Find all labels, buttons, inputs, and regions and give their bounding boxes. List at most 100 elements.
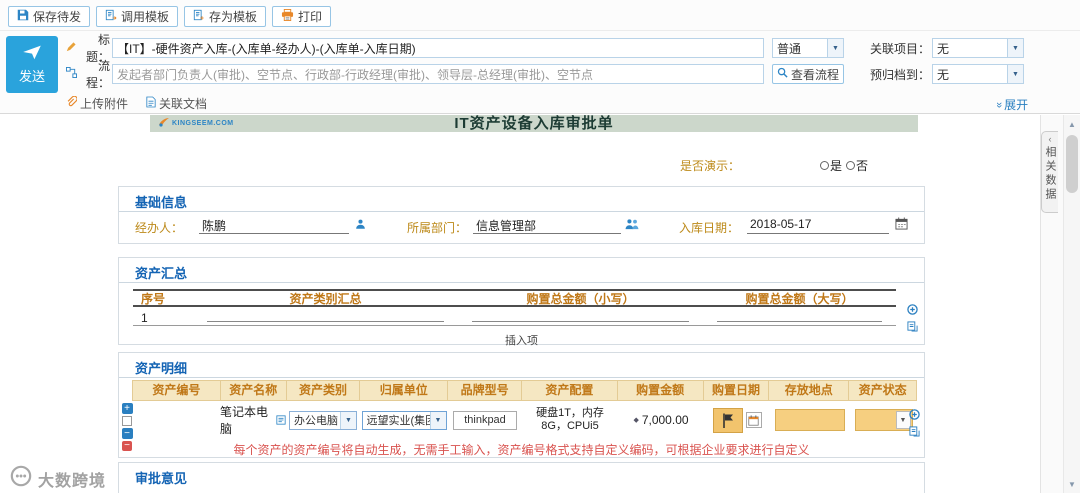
scroll-up-button[interactable]: ▲ [1064, 116, 1080, 132]
purchase-amount-value[interactable]: 7,000.00 [642, 413, 689, 427]
radio-no[interactable] [846, 161, 856, 170]
print-label: 打印 [298, 9, 323, 24]
inbound-date-field[interactable]: 2018-05-17 [747, 217, 889, 234]
asset-number-note: 每个资产的资产编号将自动生成，无需手工输入，资产编号格式支持自定义编码，可根据企… [233, 443, 810, 457]
row-checkbox[interactable] [122, 416, 132, 426]
print-button[interactable]: 打印 [272, 5, 332, 27]
asset-detail-heading: 资产明细 [135, 361, 188, 376]
related-docs-label: 关联文档 [159, 96, 208, 111]
view-flow-label: 查看流程 [790, 67, 839, 82]
asset-summary-table: 序号 资产类别汇总 购置总金额（小写） 购置总金额（大写） 1 [133, 289, 896, 326]
paper-plane-icon [22, 44, 42, 63]
add-row-button[interactable]: + [121, 403, 133, 414]
detail-header-row: 资产编号 资产名称 资产类别 归属单位 品牌型号 资产配置 购置金额 购置日期 … [132, 380, 917, 401]
document-area: KINGSEEM.COM IT资产设备入库审批单 是否演示： 是 否 基础信息 … [0, 115, 1040, 493]
app-window: 保存待发 调用模板 存为模板 打印 发送 标题： 【IT】-硬件资产入库-(入库… [0, 0, 1080, 493]
basic-info-heading: 基础信息 [135, 195, 188, 210]
insert-item-link[interactable]: 插入项 [119, 332, 924, 348]
send-label: 发送 [18, 69, 45, 84]
vertical-scrollbar[interactable]: ▲ ▼ [1063, 115, 1080, 493]
department-label: 所属部门： [407, 221, 468, 235]
summary-amount-lower-field[interactable] [458, 309, 703, 325]
asset-name-value[interactable]: 笔记本电脑 [220, 403, 274, 437]
person-icon[interactable] [355, 218, 366, 233]
save-template-label: 存为模板 [209, 9, 258, 24]
chevron-down-icon: ▼ [1007, 39, 1024, 57]
storage-location-input[interactable] [775, 409, 845, 431]
document-title: IT资产设备入库审批单 [454, 115, 614, 132]
save-icon [17, 9, 29, 24]
prearchive-select[interactable]: 无 ▼ [932, 64, 1025, 84]
asset-status-cell: ▼ [850, 401, 917, 439]
flow-input[interactable] [112, 64, 764, 84]
copy-detail-row-icon[interactable] [909, 426, 920, 440]
demo-row: 是否演示： 是 否 [680, 157, 868, 174]
radio-no-label: 否 [856, 159, 869, 173]
radio-yes-label: 是 [830, 159, 843, 173]
people-icon[interactable] [625, 218, 639, 233]
priority-select[interactable]: 普通 ▼ [772, 38, 844, 58]
related-project-label: 关联项目： [870, 41, 931, 56]
calendar-icon[interactable] [895, 217, 908, 233]
expand-link[interactable]: » 展开 [993, 96, 1029, 113]
summary-header-row: 序号 资产类别汇总 购置总金额（小写） 购置总金额（大写） [133, 289, 896, 307]
summary-category-field[interactable] [193, 309, 458, 325]
call-template-label: 调用模板 [121, 9, 170, 24]
add-detail-row-icon[interactable] [909, 409, 920, 423]
related-project-value: 无 [937, 41, 950, 56]
copy-row-icon[interactable] [907, 321, 918, 335]
handler-field[interactable]: 陈鹏 [199, 217, 349, 234]
remove-row-button[interactable]: − [121, 428, 133, 439]
related-data-tab[interactable]: ‹ 相关数据 [1041, 131, 1058, 213]
col-storage-location: 存放地点 [769, 381, 850, 400]
asset-detail-table: 资产编号 资产名称 资产类别 归属单位 品牌型号 资产配置 购置金额 购置日期 … [132, 380, 917, 439]
section-basic-info: 基础信息 经办人： 陈鹏 所属部门： 信息管理部 入库日期： 2018-05-1… [118, 186, 925, 244]
add-row-icon[interactable] [907, 304, 918, 318]
owner-unit-cell: 远望实业(集团 ▼ [360, 401, 448, 439]
department-field[interactable]: 信息管理部 [473, 217, 621, 234]
view-flow-button[interactable]: 查看流程 [772, 64, 844, 84]
asset-no-cell[interactable] [132, 401, 220, 439]
asset-category-cell: 办公电脑 ▼ [286, 401, 360, 439]
scroll-down-button[interactable]: ▼ [1064, 476, 1080, 492]
summary-amount-upper-field[interactable] [703, 309, 896, 325]
prearchive-value: 无 [937, 67, 950, 82]
radio-yes[interactable] [820, 161, 829, 170]
brand-model-input[interactable]: thinkpad [453, 410, 517, 430]
title-input[interactable] [112, 38, 764, 58]
asset-status-select[interactable]: ▼ [854, 409, 913, 431]
purchase-amount-cell: ◆ 7,000.00 [618, 401, 704, 439]
chevron-down-icon: ▼ [429, 411, 446, 429]
col-owner-unit: 归属单位 [360, 381, 449, 400]
demo-label: 是否演示： [680, 159, 741, 173]
upload-attachment-link[interactable]: 上传附件 [66, 95, 128, 112]
save-pending-button[interactable]: 保存待发 [8, 5, 91, 27]
asset-config-text[interactable]: 硬盘1T，内存8G，CPUi5 [524, 407, 616, 433]
expand-label: 展开 [1004, 98, 1029, 112]
col-brand-model: 品牌型号 [448, 381, 523, 400]
related-project-select[interactable]: 无 ▼ [932, 38, 1025, 58]
related-docs-link[interactable]: 关联文档 [146, 95, 207, 112]
priority-value: 普通 [777, 41, 802, 56]
asset-name-picker-icon[interactable] [276, 415, 286, 425]
document-header-band: KINGSEEM.COM IT资产设备入库审批单 [150, 115, 918, 132]
asset-config-cell: 硬盘1T，内存8G，CPUi5 [522, 401, 618, 439]
asset-name-cell: 笔记本电脑 [220, 401, 286, 439]
owner-unit-select[interactable]: 远望实业(集团 ▼ [361, 410, 447, 430]
col-amount-lower: 购置总金额（小写） [526, 291, 635, 306]
pencil-icon [66, 41, 76, 55]
toolbar-divider [0, 30, 1080, 31]
amount-marker-icon: ◆ [633, 417, 639, 424]
send-button[interactable]: 发送 [6, 36, 58, 93]
summary-row-no: 1 [141, 311, 148, 325]
save-template-button[interactable]: 存为模板 [184, 5, 267, 27]
section-approval: 审批意见 [118, 462, 925, 493]
call-template-button[interactable]: 调用模板 [96, 5, 179, 27]
date-picker-calendar-icon[interactable] [745, 412, 762, 428]
col-purchase-amount: 购置金额 [618, 381, 704, 400]
asset-category-select[interactable]: 办公电脑 ▼ [289, 410, 357, 430]
chevron-down-icon: ▼ [1007, 65, 1024, 83]
asset-summary-heading: 资产汇总 [135, 266, 188, 281]
purchase-date-field[interactable] [712, 407, 743, 433]
scroll-thumb[interactable] [1066, 135, 1078, 193]
